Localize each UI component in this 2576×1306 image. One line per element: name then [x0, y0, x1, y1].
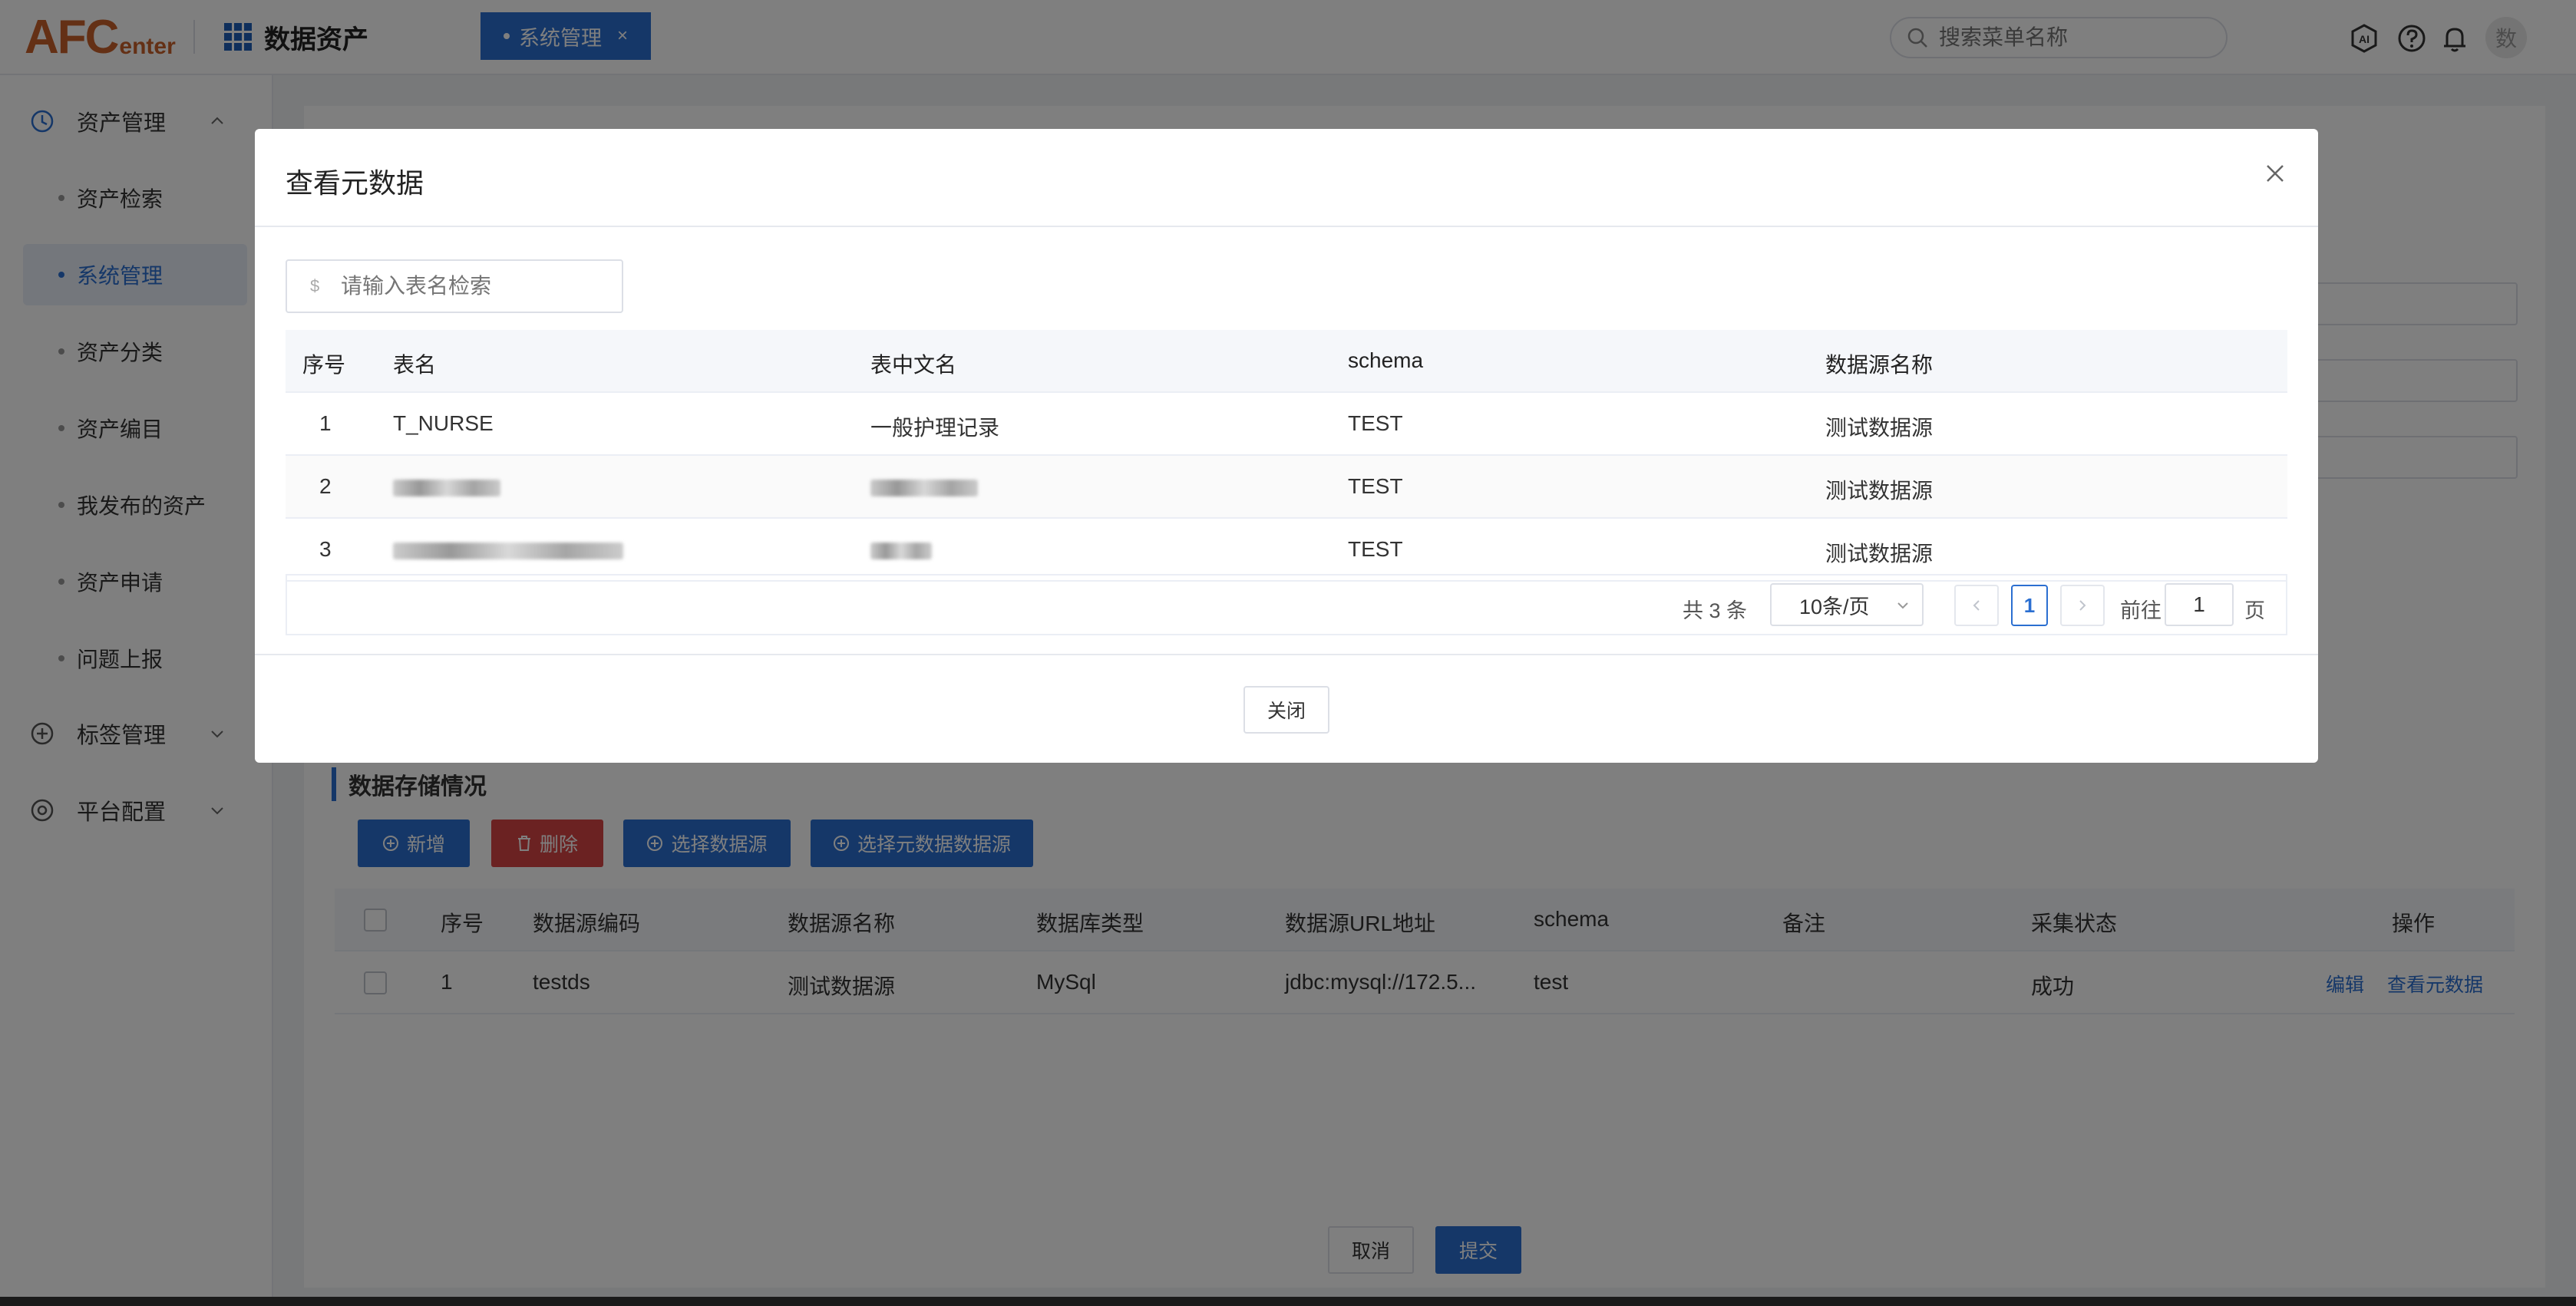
table-header-row: 序号 表名 表中文名 schema 数据源名称: [286, 330, 2287, 393]
divider: [255, 654, 2318, 655]
cell-table-name: T_NURSE: [393, 411, 494, 435]
total-count: 共 3 条: [1683, 599, 1748, 622]
table-row[interactable]: 2 TEST 测试数据源: [286, 456, 2287, 519]
goto-page-input[interactable]: [2165, 583, 2234, 626]
column-header: 表中文名: [870, 353, 957, 377]
column-header: schema: [1348, 348, 1424, 372]
page-size-select[interactable]: 10条/页: [1770, 583, 1924, 626]
column-header: 表名: [393, 353, 437, 377]
redacted-cn-name: [870, 537, 932, 562]
metadata-table: 序号 表名 表中文名 schema 数据源名称 1 T_NURSE 一般护理记录…: [286, 330, 2287, 582]
redacted-cn-name: [870, 474, 978, 499]
table-row[interactable]: 1 T_NURSE 一般护理记录 TEST 测试数据源: [286, 393, 2287, 456]
cell-source: 测试数据源: [1825, 542, 1934, 566]
cell-source: 测试数据源: [1825, 416, 1934, 440]
pagination: 共 3 条 10条/页 1 前往 页: [286, 574, 2287, 635]
redacted-table-name: [393, 474, 500, 499]
page-unit-label: 页: [2244, 599, 2265, 622]
cell-schema: TEST: [1348, 411, 1403, 435]
cell-source: 测试数据源: [1825, 479, 1934, 503]
next-page-button[interactable]: [2060, 585, 2105, 626]
cell-index: 2: [319, 474, 332, 498]
close-button[interactable]: 关闭: [1243, 686, 1329, 734]
bottom-strip: [0, 1297, 2576, 1306]
chevron-right-icon: [2079, 600, 2086, 611]
table-search-input[interactable]: [339, 273, 619, 299]
cell-schema: TEST: [1348, 537, 1403, 561]
dialog-title: 查看元数据: [286, 167, 424, 199]
page-size-value: 10条/页: [1799, 595, 1870, 618]
redacted-table-name: [393, 537, 623, 562]
table-search[interactable]: $: [286, 259, 623, 313]
chevron-left-icon: [1973, 600, 1980, 611]
close-icon[interactable]: [2260, 158, 2290, 189]
table-row[interactable]: 3 TEST 测试数据源: [286, 519, 2287, 582]
view-metadata-dialog: 查看元数据 $ 序号 表名 表中文名 schema 数据源名称 1 T_NURS…: [255, 129, 2318, 763]
column-header: 数据源名称: [1825, 353, 1934, 377]
prev-page-button[interactable]: [1954, 585, 1999, 626]
cell-schema: TEST: [1348, 474, 1403, 498]
cell-index: 1: [319, 411, 332, 435]
divider: [255, 226, 2318, 227]
cell-index: 3: [319, 537, 332, 561]
search-prefix-icon: $: [310, 276, 320, 295]
caret-down-icon: [1897, 602, 1908, 609]
column-header: 序号: [302, 353, 346, 377]
cell-cn-name: 一般护理记录: [870, 416, 1000, 440]
goto-label: 前往: [2120, 599, 2162, 622]
page-1-button[interactable]: 1: [2011, 585, 2048, 626]
